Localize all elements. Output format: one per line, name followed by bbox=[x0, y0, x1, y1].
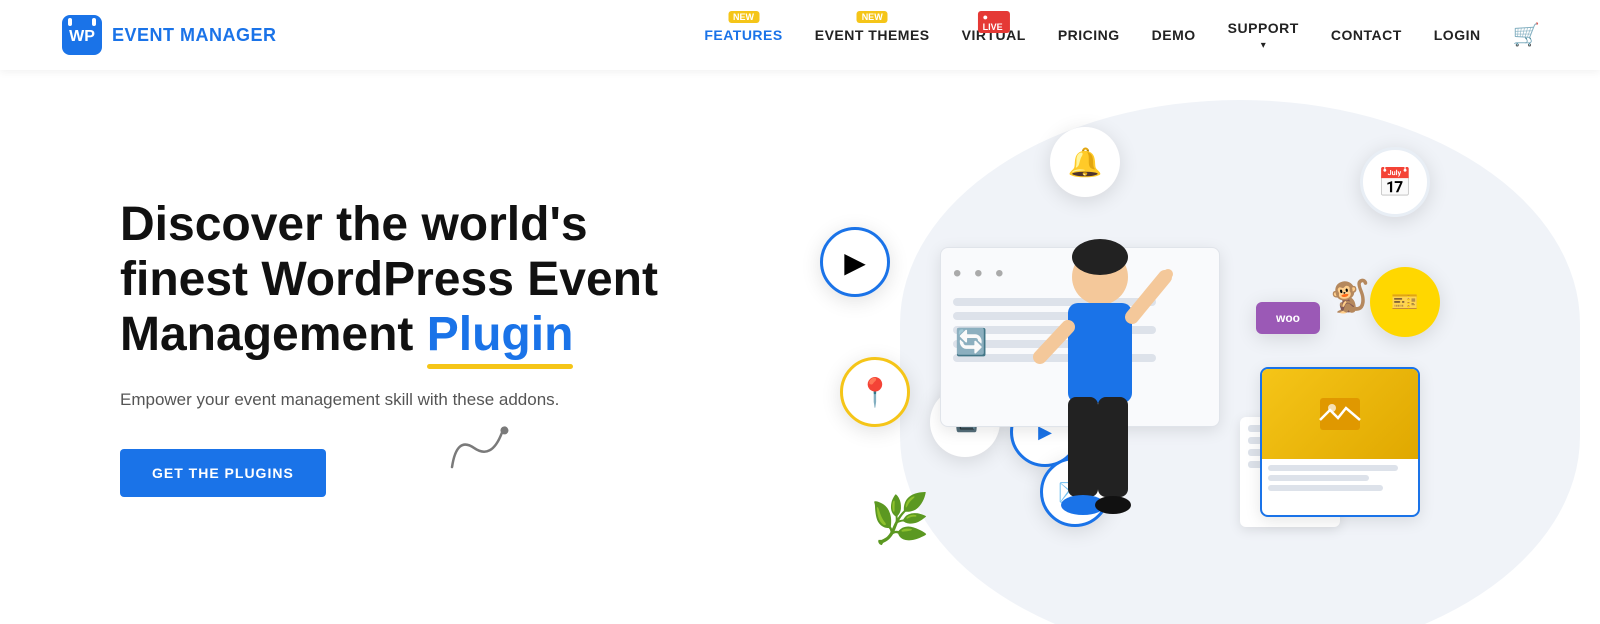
heading-line1: Discover the world's bbox=[120, 198, 588, 251]
logo[interactable]: WP EVENT MANAGER bbox=[60, 13, 277, 57]
person-illustration bbox=[990, 227, 1190, 547]
bell-icon: 🔔 bbox=[1050, 127, 1120, 197]
features-label: FEATURES bbox=[704, 27, 782, 43]
nav-item-event-themes[interactable]: NEW EVENT THEMES bbox=[815, 27, 930, 43]
nav-item-virtual[interactable]: ● LIVE VIRTUAL bbox=[962, 27, 1026, 43]
login-label: LOGIN bbox=[1434, 27, 1481, 43]
logo-icon: WP bbox=[60, 13, 104, 57]
features-badge: NEW bbox=[728, 11, 759, 23]
contact-label: CONTACT bbox=[1331, 27, 1402, 43]
cart-icon[interactable]: 🛒 bbox=[1513, 22, 1540, 48]
hero-subtext: Empower your event management skill with… bbox=[120, 386, 560, 413]
illustration-container: 🔔 📅 ▶ 🎫 📍 📹 ▶ woo 🐒 ✉️ • • • bbox=[810, 97, 1450, 597]
support-label: SUPPORT bbox=[1228, 20, 1299, 36]
heading-highlight: Plugin bbox=[427, 308, 574, 361]
hero-content: Discover the world's finest WordPress Ev… bbox=[120, 197, 720, 498]
refresh-icon: 🔄 bbox=[955, 327, 987, 358]
monkey-icon: 🐒 bbox=[1330, 277, 1370, 315]
image-card bbox=[1260, 367, 1420, 517]
svg-text:WP: WP bbox=[69, 28, 95, 45]
nav-item-demo[interactable]: DEMO bbox=[1152, 27, 1196, 43]
nav-item-features[interactable]: NEW FEATURES bbox=[704, 27, 782, 43]
plant-icon: 🌿 bbox=[870, 490, 930, 547]
hero-illustration: 🔔 📅 ▶ 🎫 📍 📹 ▶ woo 🐒 ✉️ • • • bbox=[720, 70, 1540, 624]
heading-line2: finest WordPress Event bbox=[120, 253, 658, 306]
nav-item-login[interactable]: LOGIN bbox=[1434, 27, 1481, 43]
nav-item-support[interactable]: SUPPORT ▾ bbox=[1228, 20, 1299, 51]
main-nav: NEW FEATURES NEW EVENT THEMES ● LIVE VIR… bbox=[704, 20, 1540, 51]
ticket-icon: 🎫 bbox=[1370, 267, 1440, 337]
location-icon: 📍 bbox=[840, 357, 910, 427]
woo-icon: woo bbox=[1256, 302, 1320, 334]
squiggle-decoration bbox=[435, 416, 525, 491]
header: WP EVENT MANAGER NEW FEATURES NEW EVENT … bbox=[0, 0, 1600, 70]
img-card-lines bbox=[1262, 459, 1418, 497]
event-themes-label: EVENT THEMES bbox=[815, 27, 930, 43]
nav-item-pricing[interactable]: PRICING bbox=[1058, 27, 1120, 43]
support-chevron-icon: ▾ bbox=[1261, 40, 1266, 51]
calendar-icon: 📅 bbox=[1360, 147, 1430, 217]
get-plugins-button[interactable]: GET THE PLUGINS bbox=[120, 449, 326, 497]
hero-heading: Discover the world's finest WordPress Ev… bbox=[120, 197, 720, 363]
play-icon: ▶ bbox=[820, 227, 890, 297]
image-placeholder bbox=[1262, 369, 1418, 459]
nav-item-contact[interactable]: CONTACT bbox=[1331, 27, 1402, 43]
heading-line3-prefix: Management bbox=[120, 308, 427, 361]
event-themes-badge: NEW bbox=[857, 11, 888, 23]
logo-text: EVENT MANAGER bbox=[112, 25, 277, 46]
demo-label: DEMO bbox=[1152, 27, 1196, 43]
hero-section: Discover the world's finest WordPress Ev… bbox=[0, 70, 1600, 624]
virtual-badge: ● LIVE bbox=[978, 11, 1010, 33]
pricing-label: PRICING bbox=[1058, 27, 1120, 43]
